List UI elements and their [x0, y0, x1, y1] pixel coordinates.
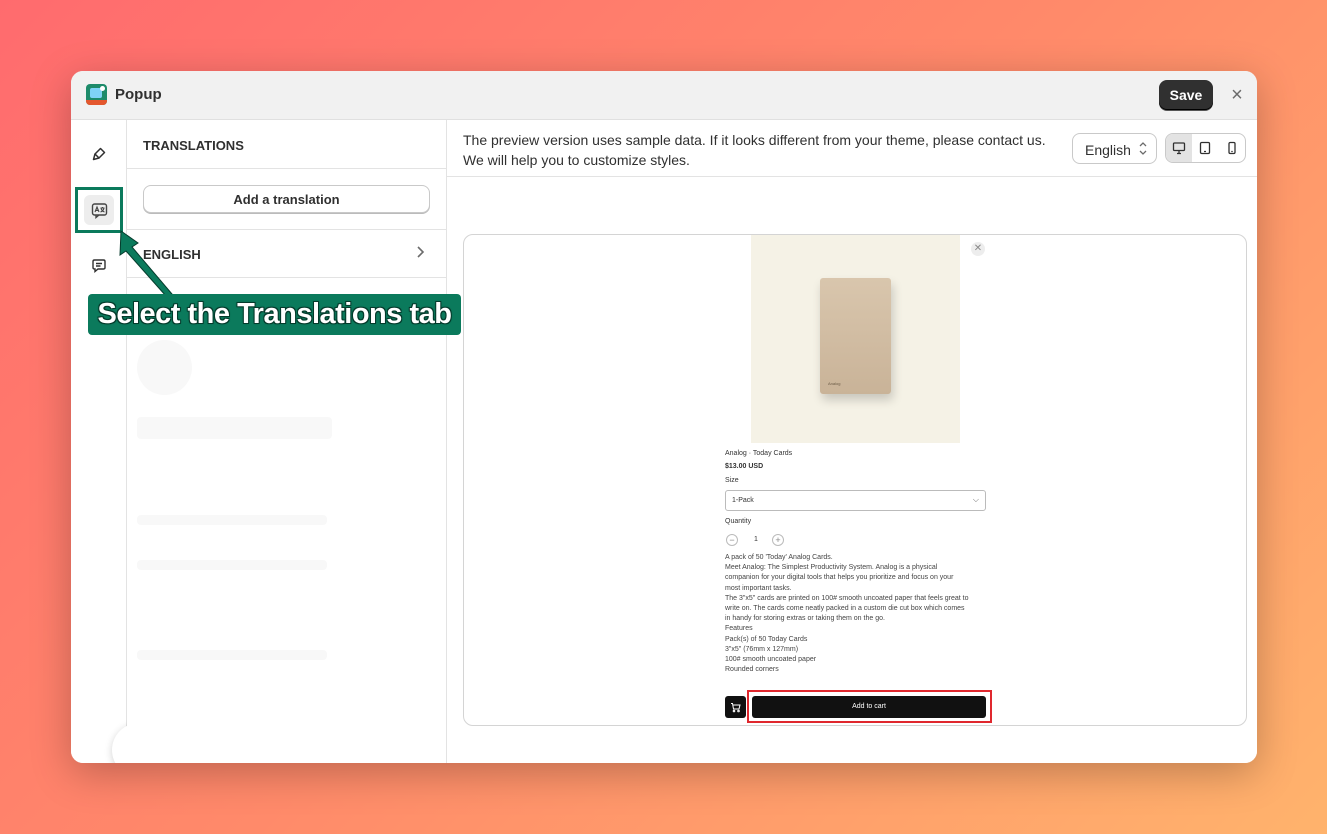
notice-line-1: The preview version uses sample data. If…	[463, 132, 1046, 148]
title-bar: Popup Save ×	[71, 71, 1257, 120]
divider	[127, 277, 446, 278]
description-line: Pack(s) of 50 Today Cards	[725, 635, 808, 643]
panel-title: TRANSLATIONS	[143, 138, 244, 153]
app-logo	[86, 84, 107, 105]
product-price: $13.00 USD	[725, 463, 764, 470]
translations-panel: TRANSLATIONS Add a translation ENGLISH	[127, 120, 447, 763]
add-translation-button[interactable]: Add a translation	[143, 185, 430, 213]
description-line: most important tasks.	[725, 584, 792, 592]
chat-icon	[92, 259, 106, 273]
quantity-label: Quantity	[725, 518, 752, 525]
size-select-value: 1-Pack	[732, 497, 754, 504]
popup-preview: Analog ✕ Analog · Today Cards $13.00 USD…	[463, 234, 1247, 726]
close-icon[interactable]: ×	[1228, 85, 1246, 105]
ghost-shape	[137, 340, 192, 395]
language-select[interactable]: English	[1072, 133, 1157, 164]
popup-close-icon[interactable]: ✕	[971, 242, 985, 256]
window-title: Popup	[115, 86, 162, 103]
product-box: Analog	[820, 278, 891, 394]
tablet-icon	[1200, 141, 1211, 155]
description-line: companion for your digital tools that he…	[725, 574, 954, 582]
description-line: write on. The cards come neatly packed i…	[725, 605, 965, 613]
rail-item-design[interactable]	[84, 139, 114, 169]
size-label: Size	[725, 477, 739, 484]
ghost-shape	[137, 515, 327, 525]
save-button[interactable]: Save	[1159, 80, 1213, 110]
language-select-value: English	[1085, 142, 1131, 158]
description-line: Rounded corners	[725, 666, 779, 674]
ghost-shape	[137, 560, 327, 570]
notice-line-2: We will help you to customize styles.	[463, 152, 690, 168]
quantity-decrease-button[interactable]: −	[726, 534, 738, 546]
language-row-english[interactable]: ENGLISH	[127, 230, 446, 278]
device-tablet-button[interactable]	[1192, 134, 1218, 162]
product-image: Analog	[751, 235, 960, 443]
chevron-down-icon: ⌵	[972, 495, 979, 504]
description-line: Features	[725, 625, 753, 633]
cart-button[interactable]	[725, 696, 746, 718]
device-desktop-button[interactable]	[1166, 134, 1193, 162]
box-brand-text: Analog	[828, 381, 841, 386]
cart-icon	[731, 702, 741, 712]
ghost-shape	[137, 650, 327, 660]
description-line: 100# smooth uncoated paper	[725, 656, 817, 664]
size-select[interactable]: 1-Pack ⌵	[725, 490, 986, 511]
device-toggle	[1165, 133, 1246, 163]
desktop-icon	[1173, 142, 1186, 155]
app-window: Popup Save × TRANSLATIONS Add a translat…	[71, 71, 1257, 763]
divider	[127, 168, 446, 169]
ghost-shape	[137, 417, 332, 439]
quantity-value[interactable]: 1	[754, 536, 758, 543]
preview-notice: The preview version uses sample data. If…	[463, 130, 1063, 170]
callout-label: Select the Translations tab	[88, 294, 461, 335]
preview-area: The preview version uses sample data. If…	[447, 120, 1257, 763]
description-line: in handy for storing extras or taking th…	[725, 615, 885, 623]
divider	[447, 176, 1257, 177]
translations-tab-highlight	[75, 187, 123, 233]
add-to-cart-highlight	[747, 690, 992, 723]
description-line: A pack of 50 'Today' Analog Cards.	[725, 554, 833, 561]
description-line: Meet Analog: The Simplest Productivity S…	[725, 564, 938, 572]
brush-icon	[92, 147, 106, 161]
product-title: Analog · Today Cards	[725, 450, 793, 457]
language-label: ENGLISH	[143, 247, 201, 262]
chevron-right-icon	[417, 246, 425, 258]
rail-item-messages[interactable]	[84, 251, 114, 281]
select-arrows-icon	[1139, 142, 1147, 155]
product-description: A pack of 50 'Today' Analog Cards. Meet …	[725, 553, 990, 675]
description-line: The 3"x5" cards are printed on 100# smoo…	[725, 594, 969, 602]
device-mobile-button[interactable]	[1219, 134, 1245, 162]
mobile-icon	[1228, 141, 1236, 155]
quantity-increase-button[interactable]: +	[772, 534, 784, 546]
description-line: 3"x5" (76mm x 127mm)	[725, 645, 799, 653]
